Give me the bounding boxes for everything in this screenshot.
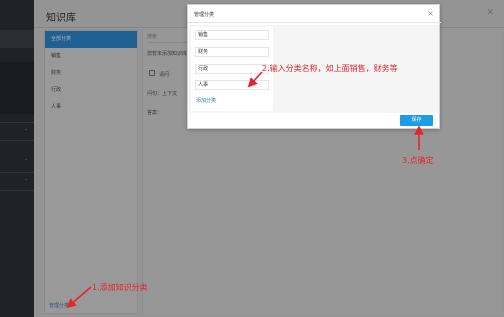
- arrow-to-manage: [66, 286, 92, 309]
- arrow-to-inputs: [247, 71, 263, 88]
- annotation-arrows: [66, 71, 424, 309]
